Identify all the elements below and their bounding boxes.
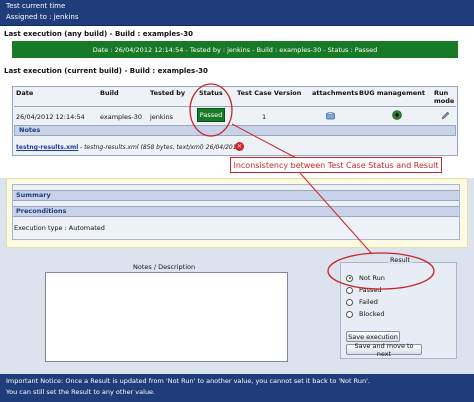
last-execution-any-title: Last execution (any build) - Build : exa… <box>4 30 193 38</box>
annotation-callout: Inconsistency between Test Case Status a… <box>230 157 442 173</box>
column-header-run-mode: Run mode <box>434 89 455 105</box>
result-option-label: Failed <box>359 298 378 306</box>
result-option-label: Not Run <box>359 274 385 282</box>
save-and-next-button[interactable]: Save and move to next <box>346 342 422 358</box>
result-option-not-run[interactable]: Not Run <box>346 274 385 282</box>
column-header-attachments: attachments <box>312 89 359 97</box>
cell-tested-by: jenkins <box>150 113 174 121</box>
notes-description-label: Notes / Description <box>133 263 196 271</box>
column-header-date: Date <box>16 89 34 97</box>
status-badge: Passed <box>197 108 225 122</box>
notes-section-header[interactable]: Notes <box>14 125 456 136</box>
notice-line-2: You can still set the Result to any othe… <box>6 388 156 396</box>
notice-line-1: Important Notice: Once a Result is updat… <box>6 377 370 385</box>
column-header-status: Status <box>199 89 223 97</box>
preconditions-section-header[interactable]: Preconditions <box>13 206 459 217</box>
table-header-divider <box>14 106 456 107</box>
header-bar: Test current time Assigned to : jenkins <box>0 0 474 26</box>
column-header-version: Test Case Version <box>237 89 302 97</box>
last-execution-current-title: Last execution (current build) - Build :… <box>4 67 208 75</box>
cell-version: 1 <box>262 113 267 121</box>
execution-type: Execution type : Automated <box>14 224 105 232</box>
attachment-upload-icon[interactable] <box>326 112 335 120</box>
test-title: Test current time <box>6 2 66 10</box>
result-option-label: Blocked <box>359 310 385 318</box>
result-title: Result <box>388 256 413 264</box>
assigned-to: Assigned to : jenkins <box>6 13 79 21</box>
edit-run-mode-icon[interactable] <box>441 111 450 120</box>
notice-bar: Important Notice: Once a Result is updat… <box>0 374 474 402</box>
column-header-bug: BUG management <box>359 89 425 97</box>
delete-attachment-icon[interactable]: ✕ <box>235 142 244 151</box>
cell-build: examples-30 <box>100 113 142 121</box>
radio-not-run[interactable] <box>346 274 353 282</box>
column-header-build: Build <box>100 89 119 97</box>
summary-section-header[interactable]: Summary <box>13 190 459 201</box>
attachment-info: - testng-results.xml (858 bytes, text/xm… <box>80 144 241 151</box>
attachment-link[interactable]: testng-results.xml <box>16 144 78 151</box>
radio-failed[interactable] <box>346 298 353 306</box>
radio-passed[interactable] <box>346 286 353 294</box>
notes-description-textarea[interactable] <box>45 272 288 362</box>
last-execution-summary-bar: Date : 26/04/2012 12:14:54 - Tested by :… <box>12 41 458 58</box>
result-option-passed[interactable]: Passed <box>346 286 382 294</box>
save-execution-button[interactable]: Save execution <box>346 331 400 342</box>
bug-icon[interactable] <box>392 110 402 120</box>
result-option-label: Passed <box>359 286 382 294</box>
result-option-failed[interactable]: Failed <box>346 298 378 306</box>
result-option-blocked[interactable]: Blocked <box>346 310 384 318</box>
radio-blocked[interactable] <box>346 310 353 318</box>
cell-date: 26/04/2012 12:14:54 <box>16 113 85 121</box>
column-header-tested-by: Tested by <box>150 89 186 97</box>
